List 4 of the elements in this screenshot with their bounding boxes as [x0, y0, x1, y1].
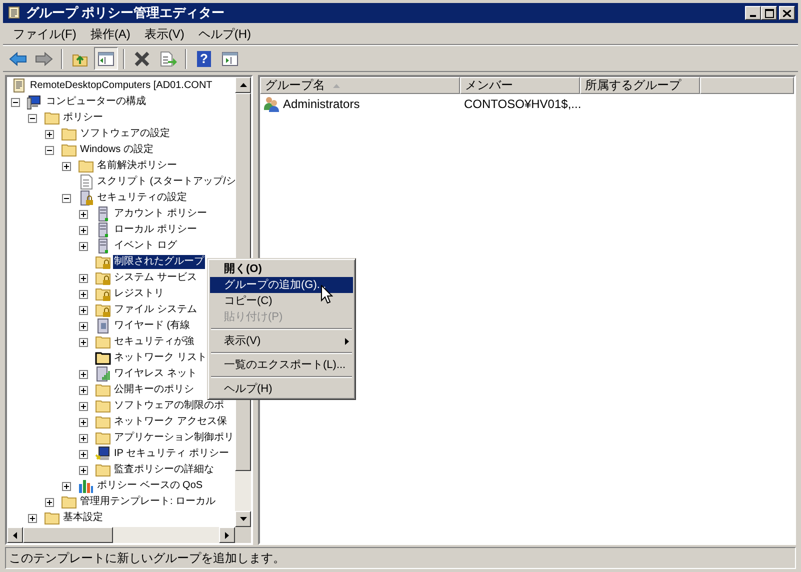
window-title: グループ ポリシー管理エディター [26, 4, 226, 22]
table-cell-text: CONTOSO¥HV01$,... [464, 96, 582, 112]
table-cell-text: Administrators [283, 96, 360, 112]
status-bar: このテンプレートに新しいグループを追加します。 [5, 547, 796, 569]
